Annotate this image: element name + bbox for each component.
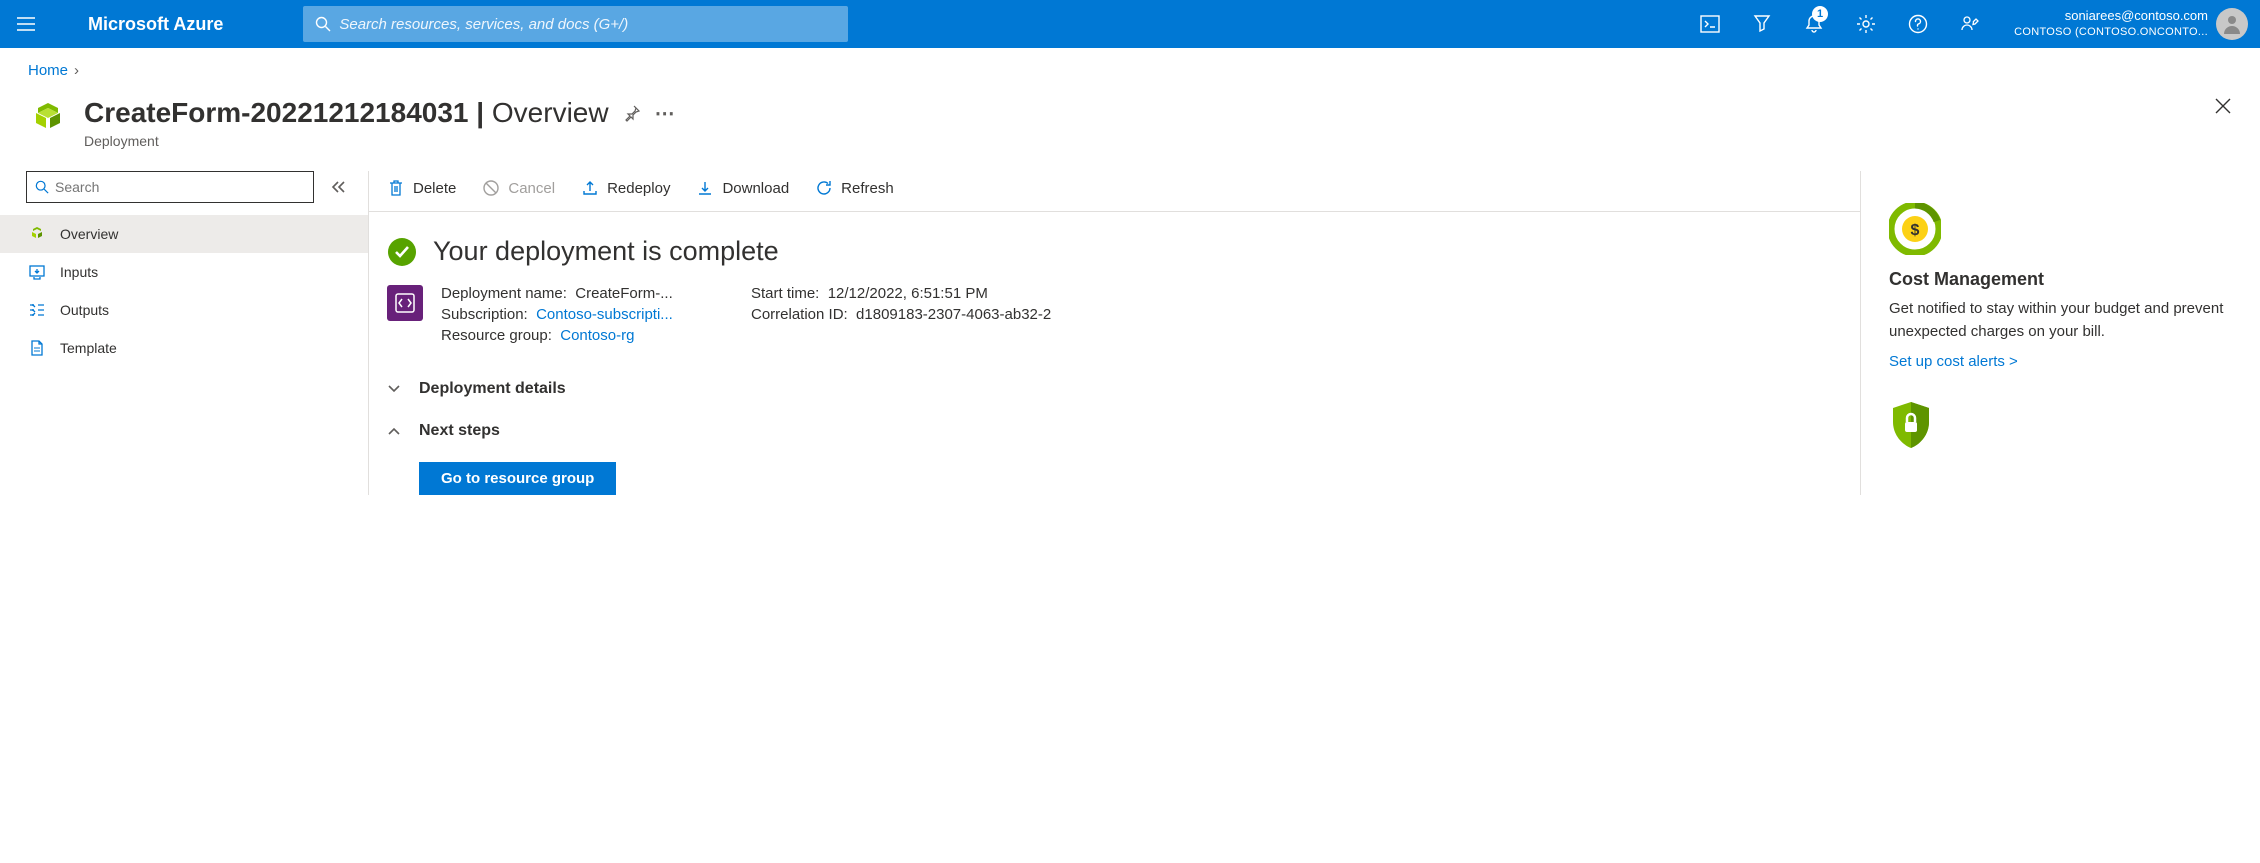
collapse-sidebar-button[interactable]: [330, 180, 346, 194]
status-row: Your deployment is complete: [369, 212, 1860, 285]
brand-label[interactable]: Microsoft Azure: [88, 14, 223, 35]
security-card: [1889, 400, 2238, 450]
breadcrumb-home[interactable]: Home: [28, 62, 68, 79]
hamburger-menu[interactable]: [12, 10, 40, 38]
refresh-button[interactable]: Refresh: [815, 179, 894, 197]
cubes-icon: [28, 225, 46, 243]
feedback-button[interactable]: [1946, 0, 1994, 48]
notifications-button[interactable]: 1: [1790, 0, 1838, 48]
trash-icon: [387, 179, 405, 197]
sidebar-item-label: Outputs: [60, 302, 109, 318]
deployment-details-expander[interactable]: Deployment details: [369, 368, 1860, 410]
more-button[interactable]: ⋯: [655, 101, 677, 126]
sidebar-item-label: Template: [60, 340, 117, 356]
download-icon: [696, 179, 714, 197]
chevron-right-icon: ›: [74, 62, 79, 79]
sidebar-item-overview[interactable]: Overview: [0, 215, 368, 253]
cost-card-title: Cost Management: [1889, 269, 2238, 290]
search-icon: [315, 16, 331, 32]
sidebar-search[interactable]: [26, 171, 314, 203]
breadcrumb: Home ›: [0, 48, 2260, 89]
right-rail: $ Cost Management Get notified to stay w…: [1860, 171, 2260, 495]
close-button[interactable]: [2214, 97, 2232, 115]
details-block: Deployment name: CreateForm-... Subscrip…: [369, 285, 1860, 368]
redeploy-button[interactable]: Redeploy: [581, 179, 670, 197]
global-search[interactable]: [303, 6, 848, 42]
template-icon: [28, 339, 46, 357]
status-message: Your deployment is complete: [433, 236, 779, 267]
cancel-icon: [482, 179, 500, 197]
filter-icon: [1753, 14, 1771, 34]
cost-management-card: $ Cost Management Get notified to stay w…: [1889, 203, 2238, 370]
help-button[interactable]: [1894, 0, 1942, 48]
chevron-up-icon: [387, 426, 405, 436]
chevron-double-left-icon: [330, 180, 346, 194]
account-info[interactable]: soniarees@contoso.com CONTOSO (CONTOSO.O…: [2014, 8, 2208, 39]
cost-management-icon: $: [1889, 203, 2238, 255]
outputs-icon: [28, 301, 46, 319]
correlation-id-row: Correlation ID: d1809183-2307-4063-ab32-…: [751, 306, 1121, 323]
page-title: CreateForm-20221212184031 | Overview ⋯: [84, 97, 2198, 129]
help-icon: [1908, 14, 1928, 34]
directory-filter-button[interactable]: [1738, 0, 1786, 48]
svg-text:$: $: [1911, 222, 1920, 239]
pin-icon: [623, 104, 641, 122]
cloud-shell-button[interactable]: [1686, 0, 1734, 48]
page-subtitle: Deployment: [84, 133, 2198, 149]
sidebar-item-inputs[interactable]: Inputs: [0, 253, 368, 291]
download-button[interactable]: Download: [696, 179, 789, 197]
resource-group-row: Resource group: Contoso-rg: [441, 327, 731, 344]
sidebar-item-label: Inputs: [60, 264, 98, 280]
pin-button[interactable]: [623, 104, 641, 122]
sidebar-search-input[interactable]: [55, 179, 305, 195]
sidebar: Overview Inputs Outputs Template: [0, 171, 368, 495]
hamburger-icon: [17, 17, 35, 31]
start-time-row: Start time: 12/12/2022, 6:51:51 PM: [751, 285, 1121, 302]
avatar[interactable]: [2216, 8, 2248, 40]
account-email: soniarees@contoso.com: [2014, 8, 2208, 25]
settings-button[interactable]: [1842, 0, 1890, 48]
close-icon: [2214, 97, 2232, 115]
chevron-down-icon: [387, 384, 405, 394]
shield-icon: [1889, 400, 2238, 450]
delete-button[interactable]: Delete: [387, 179, 456, 197]
cost-card-text: Get notified to stay within your budget …: [1889, 298, 2238, 343]
go-to-resource-group-button[interactable]: Go to resource group: [419, 462, 616, 495]
arm-template-icon: [387, 285, 423, 321]
upload-icon: [581, 179, 599, 197]
sidebar-item-template[interactable]: Template: [0, 329, 368, 367]
sidebar-item-label: Overview: [60, 226, 118, 242]
sidebar-item-outputs[interactable]: Outputs: [0, 291, 368, 329]
header-icons: 1: [1686, 0, 1994, 48]
cancel-button: Cancel: [482, 179, 555, 197]
command-bar: Delete Cancel Redeploy Download Refresh: [369, 171, 1860, 212]
deployment-name-row: Deployment name: CreateForm-...: [441, 285, 731, 302]
user-icon: [2220, 12, 2244, 36]
search-icon: [35, 180, 49, 194]
success-check-icon: [387, 237, 417, 267]
resource-group-link[interactable]: Contoso-rg: [560, 327, 634, 344]
deployment-icon: [28, 99, 68, 139]
cloud-shell-icon: [1700, 15, 1720, 33]
notification-badge: 1: [1812, 6, 1828, 22]
sidebar-nav: Overview Inputs Outputs Template: [0, 215, 368, 367]
account-directory: CONTOSO (CONTOSO.ONCONTO...: [2014, 25, 2208, 39]
global-search-input[interactable]: [339, 16, 836, 33]
gear-icon: [1856, 14, 1876, 34]
subscription-link[interactable]: Contoso-subscripti...: [536, 306, 673, 323]
page-title-row: CreateForm-20221212184031 | Overview ⋯ D…: [0, 89, 2260, 171]
cost-alerts-link[interactable]: Set up cost alerts >: [1889, 353, 2018, 370]
refresh-icon: [815, 179, 833, 197]
inputs-icon: [28, 263, 46, 281]
subscription-row: Subscription: Contoso-subscripti...: [441, 306, 731, 323]
feedback-icon: [1960, 14, 1980, 34]
next-steps-expander[interactable]: Next steps: [369, 410, 1860, 452]
top-header: Microsoft Azure 1 soniarees@contoso.com …: [0, 0, 2260, 48]
